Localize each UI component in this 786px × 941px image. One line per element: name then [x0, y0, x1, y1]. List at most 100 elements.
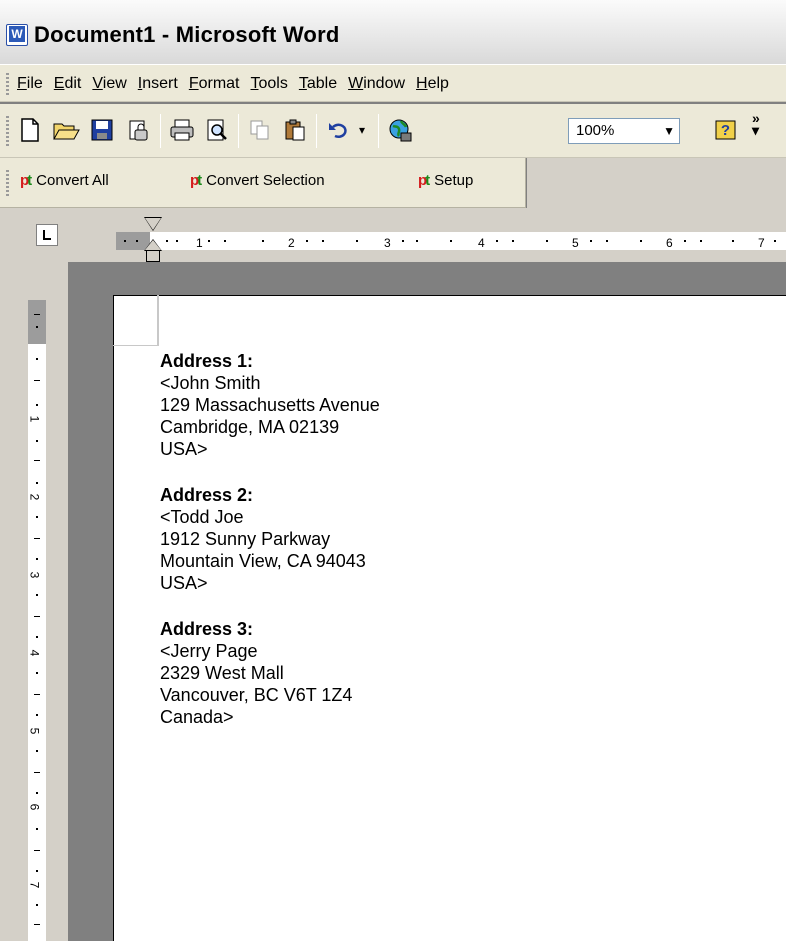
ruler-dot: [512, 240, 514, 242]
save-icon[interactable]: [88, 116, 116, 144]
ruler-dot: [36, 482, 38, 484]
menu-insert[interactable]: Insert: [138, 75, 178, 93]
ruler-dot: [36, 714, 38, 716]
text-boundary-marker: [113, 345, 159, 346]
copy-icon[interactable]: [246, 116, 274, 144]
ruler-dot: [36, 558, 38, 560]
address-line: USA>: [160, 439, 208, 459]
print-preview-icon[interactable]: [203, 116, 231, 144]
ruler-dot: [590, 240, 592, 242]
pt-icon: pt: [418, 172, 430, 189]
ruler-dot: [496, 240, 498, 242]
convert-all-button[interactable]: pt Convert All: [20, 172, 109, 189]
convert-toolbar: pt Convert All pt Convert Selection pt S…: [0, 158, 526, 208]
toolbar-grip[interactable]: [6, 116, 9, 146]
ruler-dot: [322, 240, 324, 242]
print-icon[interactable]: [168, 116, 196, 144]
toolbar-overflow-icon[interactable]: » ▾: [752, 111, 760, 137]
left-indent-marker[interactable]: [146, 250, 160, 262]
ruler-dot: [36, 326, 38, 328]
menubar-grip[interactable]: [6, 73, 9, 95]
ruler-dash: [34, 380, 40, 381]
permission-icon[interactable]: [124, 116, 152, 144]
menu-table[interactable]: Table: [299, 75, 337, 93]
vertical-ruler[interactable]: 1 2 3 4 5 6 7: [27, 300, 46, 941]
ruler-dot: [774, 240, 776, 242]
toolbar-separator: [316, 114, 317, 148]
svg-text:?: ?: [721, 122, 730, 139]
ruler-dot: [306, 240, 308, 242]
ruler-number: 6: [27, 803, 42, 811]
ruler-dash: [34, 616, 40, 617]
setup-button[interactable]: pt Setup: [418, 172, 473, 189]
ruler-dot: [176, 240, 178, 242]
menu-format[interactable]: Format: [189, 75, 240, 93]
ruler-dot: [36, 750, 38, 752]
address-heading: Address 2:: [160, 485, 254, 505]
zoom-dropdown-icon[interactable]: ▼: [663, 124, 675, 138]
ruler-dot: [640, 240, 642, 242]
ruler-dot: [36, 516, 38, 518]
ruler-dash: [34, 924, 40, 925]
title-bar: Document1 - Microsoft Word: [0, 0, 786, 64]
ruler-dot: [36, 404, 38, 406]
address-line: <Jerry Page: [160, 641, 258, 661]
ruler-dash: [34, 850, 40, 851]
first-line-indent-marker[interactable]: [145, 218, 161, 230]
help-icon[interactable]: ?: [712, 116, 740, 144]
ruler-dash: [34, 460, 40, 461]
address-line: Vancouver, BC V6T 1Z4: [160, 685, 353, 705]
document-body[interactable]: Address 1: <John Smith 129 Massachusetts…: [160, 350, 760, 752]
address-line: 129 Massachusetts Avenue: [160, 395, 380, 415]
horizontal-ruler[interactable]: 1 2 3 4 5 6 7: [116, 232, 786, 250]
ruler-dash: [34, 694, 40, 695]
open-folder-icon[interactable]: [52, 116, 80, 144]
ruler-dot: [36, 828, 38, 830]
menu-file[interactable]: File: [17, 75, 43, 93]
ruler-dot: [124, 240, 126, 242]
paste-icon[interactable]: [281, 116, 309, 144]
ruler-dot: [700, 240, 702, 242]
undo-dropdown-icon[interactable]: ▾: [348, 116, 376, 144]
address-block-2: Address 2: <Todd Joe 1912 Sunny Parkway …: [160, 484, 760, 594]
convert-toolbar-grip[interactable]: [6, 170, 9, 196]
ruler-dot: [36, 792, 38, 794]
pt-icon: pt: [20, 172, 32, 189]
address-line: <Todd Joe: [160, 507, 244, 527]
menu-edit[interactable]: Edit: [54, 75, 82, 93]
zoom-select[interactable]: 100% ▼: [568, 118, 680, 144]
ruler-number: 2: [27, 493, 42, 501]
menu-tools[interactable]: Tools: [251, 75, 288, 93]
hanging-indent-marker[interactable]: [145, 240, 161, 250]
menu-bar: File Edit View Insert Format Tools Table…: [0, 64, 786, 102]
toolbar-separator: [238, 114, 239, 148]
menu-view[interactable]: View: [92, 75, 126, 93]
ruler-dot: [36, 358, 38, 360]
tab-selector[interactable]: [36, 224, 58, 246]
ruler-number: 7: [27, 881, 42, 889]
address-heading: Address 1:: [160, 351, 254, 371]
ruler-dot: [36, 594, 38, 596]
menu-window[interactable]: Window: [348, 75, 405, 93]
ruler-number: 1: [196, 236, 203, 250]
standard-toolbar: ▾ 100% ▼ ? » ▾: [0, 104, 786, 158]
address-line: Mountain View, CA 94043: [160, 551, 366, 571]
new-document-icon[interactable]: [16, 116, 44, 144]
ruler-dot: [356, 240, 358, 242]
toolbar-separator: [378, 114, 379, 148]
convert-selection-label: Convert Selection: [206, 172, 325, 189]
ruler-top-margin: [28, 300, 46, 344]
ruler-number: 5: [572, 236, 579, 250]
ruler-number: 4: [478, 236, 485, 250]
toolbar-dock-area: [527, 158, 786, 208]
address-block-3: Address 3: <Jerry Page 2329 West Mall Va…: [160, 618, 760, 728]
address-line: USA>: [160, 573, 208, 593]
ruler-dot: [450, 240, 452, 242]
toolbar-separator: [160, 114, 161, 148]
convert-selection-button[interactable]: pt Convert Selection: [190, 172, 325, 189]
pt-icon: pt: [190, 172, 202, 189]
window-title: Document1 - Microsoft Word: [34, 22, 340, 47]
menu-help[interactable]: Help: [416, 75, 449, 93]
word-app-icon[interactable]: [6, 24, 28, 46]
web-globe-icon[interactable]: [386, 116, 414, 144]
